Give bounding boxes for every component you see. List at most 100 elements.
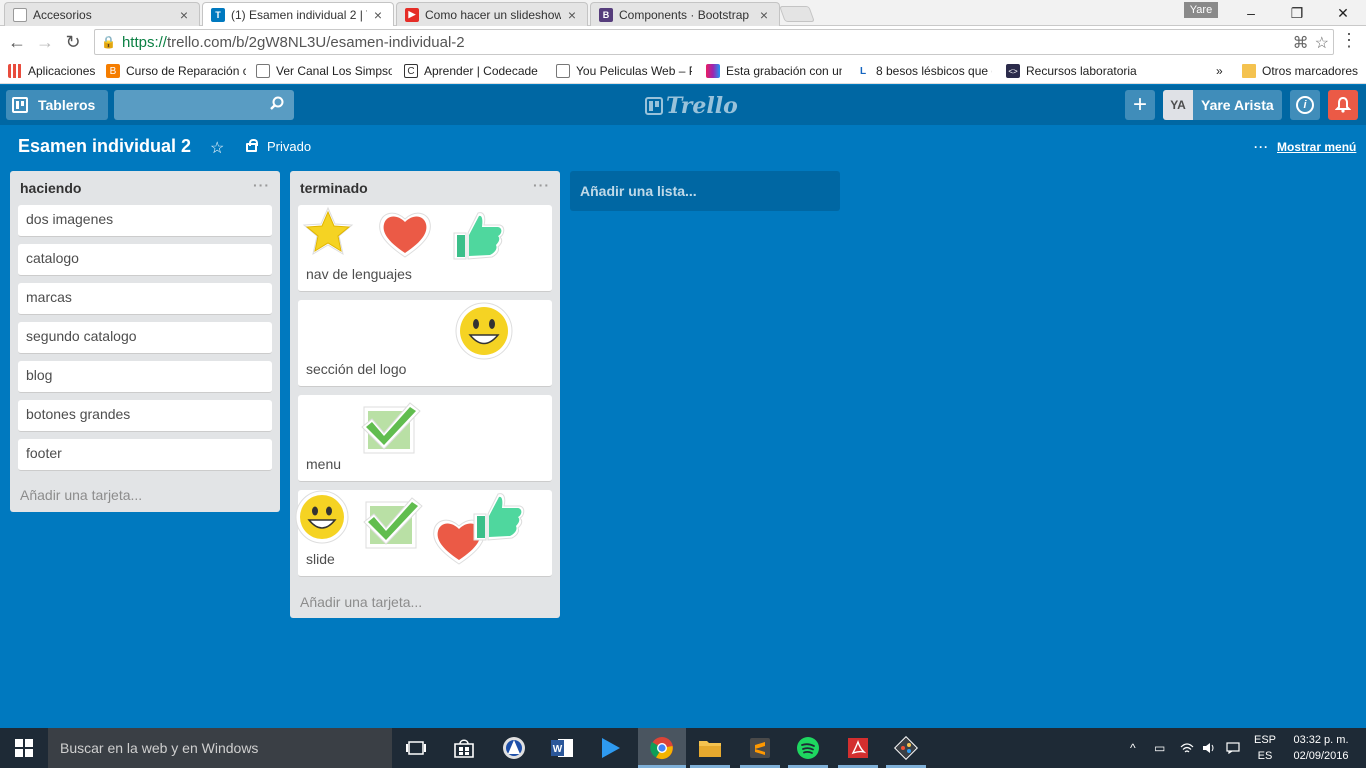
start-button[interactable] xyxy=(0,728,48,768)
bookmark-recursos[interactable]: <> Recursos laboratoria xyxy=(1006,62,1142,80)
other-bookmarks[interactable]: Otros marcadores xyxy=(1242,62,1362,80)
member-name: Yare Arista xyxy=(1201,97,1274,113)
member-menu-button[interactable]: YA Yare Arista xyxy=(1163,90,1282,120)
language-indicator[interactable]: ESP ES xyxy=(1252,732,1278,764)
card[interactable]: slide xyxy=(295,490,552,577)
show-menu-button[interactable]: ··· Mostrar menú xyxy=(1254,140,1356,154)
taskbar-search-input[interactable]: Buscar en la web y en Windows xyxy=(48,728,392,768)
address-bar[interactable]: 🔒 https://trello.com/b/2gW8NL3U/esamen-i… xyxy=(94,29,1334,55)
browser-tab-trello[interactable]: T (1) Esamen individual 2 | T × xyxy=(202,2,394,27)
board-title[interactable]: Esamen individual 2 xyxy=(18,136,191,157)
close-icon[interactable]: × xyxy=(177,7,191,23)
avatar: YA xyxy=(1163,90,1193,120)
tab-title: Como hacer un slideshow xyxy=(425,7,561,22)
list-menu-icon[interactable]: ··· xyxy=(253,177,270,193)
list-menu-icon[interactable]: ··· xyxy=(533,177,550,193)
profile-button[interactable]: Yare xyxy=(1184,2,1218,18)
trello-logo[interactable]: Trello xyxy=(645,93,738,119)
card[interactable]: segundo catalogo xyxy=(18,322,272,354)
acrobat-icon[interactable] xyxy=(842,734,874,762)
browser-tab-strip: Accesorios × T (1) Esamen individual 2 |… xyxy=(0,0,1366,27)
minimize-button[interactable]: – xyxy=(1228,0,1274,26)
bookmark-peliculas[interactable]: You Peliculas Web – P xyxy=(556,62,692,80)
chrome-icon[interactable] xyxy=(646,734,678,762)
card[interactable]: botones grandes xyxy=(18,400,272,432)
bookmark-codecademy[interactable]: C Aprender | Codecade xyxy=(404,62,544,80)
add-card-button[interactable]: Añadir una tarjeta... xyxy=(300,594,422,610)
spotify-icon[interactable] xyxy=(792,734,824,762)
bookmark-star-icon[interactable]: ☆ xyxy=(1315,33,1329,53)
file-explorer-icon[interactable] xyxy=(694,734,726,762)
show-hidden-icons[interactable]: ^ xyxy=(1130,728,1136,768)
task-view-icon[interactable] xyxy=(400,734,432,762)
bookmark-label: Otros marcadores xyxy=(1262,64,1359,78)
search-icon[interactable] xyxy=(270,96,284,110)
bookmark-apps[interactable]: Aplicaciones xyxy=(8,62,100,80)
back-button[interactable]: ← xyxy=(4,30,30,54)
add-button[interactable]: + xyxy=(1125,90,1155,120)
translate-icon[interactable]: ⌘ xyxy=(1293,33,1309,53)
volume-icon[interactable] xyxy=(1202,728,1216,768)
browser-menu-icon[interactable]: ⋮ xyxy=(1340,30,1358,51)
info-button[interactable]: i xyxy=(1290,90,1320,120)
browser-tab-bootstrap[interactable]: B Components · Bootstrap × xyxy=(590,2,780,26)
star-icon[interactable]: ☆ xyxy=(210,138,224,158)
media-player-icon[interactable] xyxy=(594,734,626,762)
card-title: menu xyxy=(306,456,342,472)
notifications-button[interactable] xyxy=(1328,90,1358,120)
list-title[interactable]: haciendo ··· xyxy=(10,171,280,201)
list-title[interactable]: terminado ··· xyxy=(290,171,560,201)
battery-icon[interactable]: ▭ xyxy=(1154,728,1165,768)
card[interactable]: blog xyxy=(18,361,272,393)
forward-button[interactable]: → xyxy=(32,30,58,54)
wifi-icon[interactable] xyxy=(1180,728,1194,768)
close-window-button[interactable]: ✕ xyxy=(1320,0,1366,26)
close-icon[interactable]: × xyxy=(371,7,385,23)
action-center-icon[interactable] xyxy=(1226,728,1240,768)
card[interactable]: catalogo xyxy=(18,244,272,276)
list-haciendo: haciendo ··· dos imagenes catalogo marca… xyxy=(10,171,280,512)
app-icon[interactable] xyxy=(498,734,530,762)
card-title: slide xyxy=(306,551,335,567)
word-icon[interactable]: W xyxy=(546,734,578,762)
bookmarks-overflow-button[interactable]: » xyxy=(1216,62,1230,80)
bookmark-label: You Peliculas Web – P xyxy=(576,64,692,78)
close-icon[interactable]: × xyxy=(565,7,579,23)
bookmark-simpsons[interactable]: Ver Canal Los Simpso xyxy=(256,62,392,80)
card-title: nav de lenguajes xyxy=(306,266,412,282)
card[interactable]: dos imagenes xyxy=(18,205,272,237)
bookmark-curso[interactable]: B Curso de Reparación c xyxy=(106,62,246,80)
add-list-button[interactable]: Añadir una lista... xyxy=(570,171,840,211)
bookmark-besos[interactable]: L 8 besos lésbicos que d xyxy=(856,62,992,80)
browser-tab-youtube[interactable]: ▶ Como hacer un slideshow × xyxy=(396,2,588,26)
card[interactable]: footer xyxy=(18,439,272,471)
card[interactable]: nav de lenguajes xyxy=(298,205,552,292)
clock[interactable]: 03:32 p. m. 02/09/2016 xyxy=(1286,732,1356,764)
info-icon: i xyxy=(1296,96,1314,114)
clock-time: 03:32 p. m. xyxy=(1293,734,1349,746)
new-tab-button[interactable] xyxy=(779,6,815,22)
document-icon xyxy=(256,64,270,78)
boards-button[interactable]: Tableros xyxy=(6,90,108,120)
check-sticker-icon xyxy=(363,497,423,549)
clock-date: 02/09/2016 xyxy=(1293,750,1349,762)
sublime-icon[interactable] xyxy=(744,734,776,762)
card[interactable]: sección del logo xyxy=(298,300,552,387)
list-name: haciendo xyxy=(20,180,82,196)
bookmark-grabacion[interactable]: Esta grabación con un xyxy=(706,62,842,80)
keyboard-layout: ES xyxy=(1257,750,1273,762)
reload-button[interactable]: ↻ xyxy=(60,30,86,54)
store-icon[interactable] xyxy=(448,734,480,762)
restore-button[interactable]: ❐ xyxy=(1274,0,1320,26)
search-input[interactable] xyxy=(114,90,294,120)
add-card-button[interactable]: Añadir una tarjeta... xyxy=(20,487,142,503)
url-scheme: https:// xyxy=(121,33,167,51)
close-icon[interactable]: × xyxy=(757,7,771,23)
bookmark-label: Curso de Reparación c xyxy=(126,64,246,78)
privacy-button[interactable]: Privado xyxy=(246,139,311,154)
browser-tab-accesorios[interactable]: Accesorios × xyxy=(4,2,200,26)
git-icon[interactable] xyxy=(890,734,922,762)
card[interactable]: menu xyxy=(298,395,552,482)
card[interactable]: marcas xyxy=(18,283,272,315)
folder-icon xyxy=(1242,64,1256,78)
